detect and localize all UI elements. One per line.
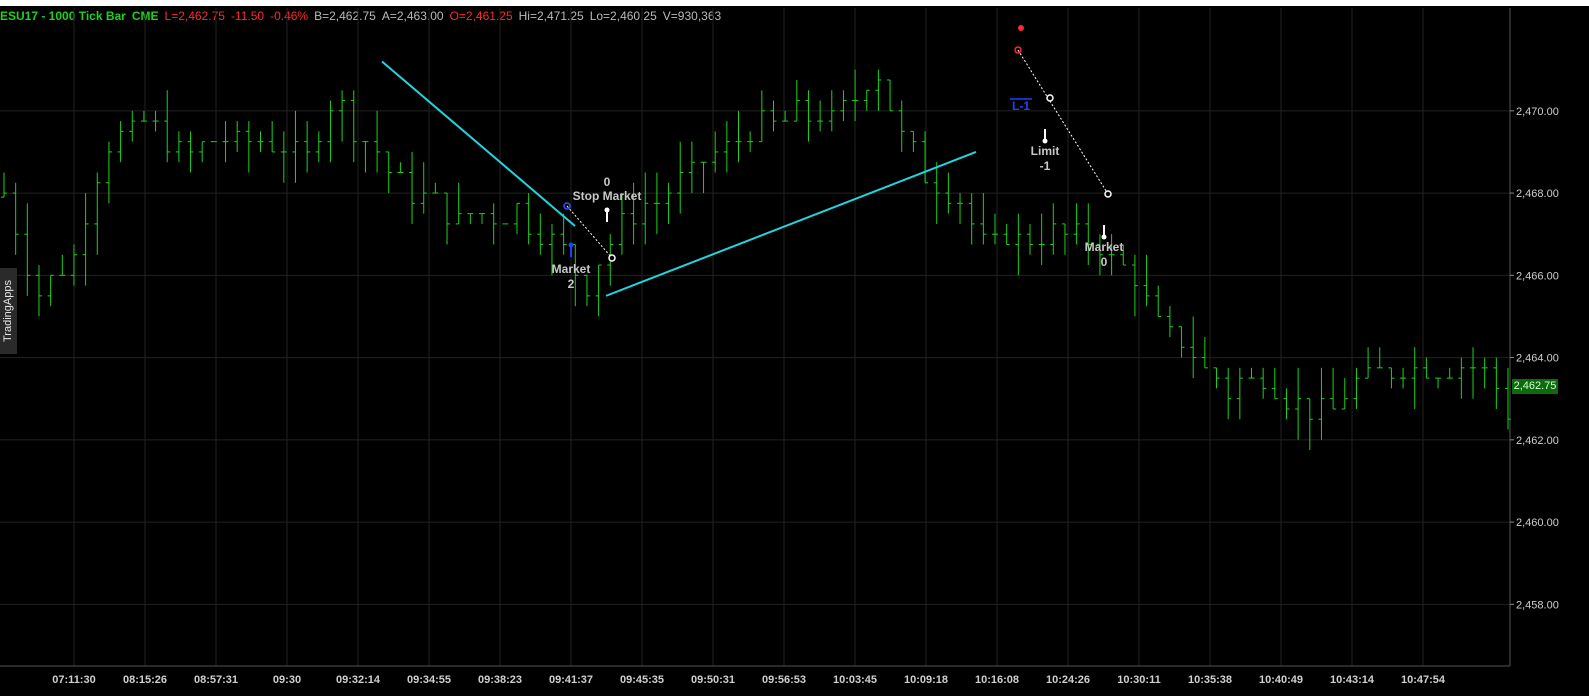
time-axis: 07:11:30 08:15:26 08:57:31 09:30 09:32:14 09:… xyxy=(0,665,1510,686)
price-tick-label: 2,464.00 xyxy=(1516,353,1559,365)
limit-arrow-head xyxy=(1042,138,1048,144)
price-tick-label: 2,468.00 xyxy=(1516,188,1559,200)
limit-order-label: L-1 xyxy=(1012,99,1030,113)
price-tick-label: 2,458.00 xyxy=(1516,599,1559,611)
time-tick-label: 09:45:35 xyxy=(620,674,664,686)
trade-link xyxy=(566,205,613,259)
exit-marker xyxy=(1104,190,1112,198)
price-tick-label: 2,466.00 xyxy=(1516,270,1559,282)
price-tick-label: 2,460.00 xyxy=(1516,517,1559,529)
time-tick-label: 09:38:23 xyxy=(478,674,522,686)
time-tick-label: 10:03:45 xyxy=(833,674,877,686)
time-tick-label: 09:50:31 xyxy=(691,674,735,686)
trendline xyxy=(381,60,576,227)
time-tick-label: 07:11:30 xyxy=(52,674,95,686)
stop-arrow-head xyxy=(604,207,610,213)
last-price-tag: 2,462.75 xyxy=(1512,379,1558,394)
price-axis: 2,458.00 2,460.00 2,462.00 2,464.00 2,466.00… xyxy=(1509,8,1559,666)
trade-link xyxy=(1017,49,1109,195)
time-tick-label: 08:57:31 xyxy=(194,674,238,686)
trendline xyxy=(605,151,977,297)
limit-qty-label: -1 xyxy=(1040,159,1051,173)
time-tick-label: 10:30:11 xyxy=(1117,674,1160,686)
time-tick-label: 09:32:14 xyxy=(336,674,381,686)
time-tick-label: 10:16:08 xyxy=(975,674,1019,686)
sell-marker xyxy=(1018,25,1024,31)
trendlines xyxy=(381,60,977,297)
time-tick-label: 10:40:49 xyxy=(1259,674,1303,686)
order-markers: 0Stop MarketMarket2L-1Limit-1Market0 xyxy=(552,25,1124,291)
time-tick-label: 10:24:26 xyxy=(1046,674,1090,686)
time-tick-label: 08:15:26 xyxy=(123,674,167,686)
chart-grid xyxy=(0,8,1510,666)
time-tick-label: 10:43:14 xyxy=(1330,674,1375,686)
stop-market-label: Stop Market xyxy=(573,189,642,203)
limit-label: Limit xyxy=(1031,144,1060,158)
time-tick-label: 10:09:18 xyxy=(904,674,948,686)
time-tick-label: 09:56:53 xyxy=(762,674,806,686)
market-qty-label: 0 xyxy=(1101,255,1108,269)
price-tick-label: 2,462.00 xyxy=(1516,435,1559,447)
fill-marker xyxy=(1046,94,1054,102)
tradingapps-side-tab[interactable]: TradingApps xyxy=(0,268,17,354)
time-tick-label: 09:30 xyxy=(273,674,301,686)
market-arrow-head xyxy=(1101,234,1107,240)
buy-arrow-head xyxy=(568,242,574,248)
price-tick-label: 2,470.00 xyxy=(1516,106,1559,118)
time-tick-label: 09:34:55 xyxy=(407,674,451,686)
time-tick-label: 10:47:54 xyxy=(1401,674,1446,686)
time-tick-label: 10:35:38 xyxy=(1188,674,1232,686)
exit-marker xyxy=(608,254,616,262)
time-tick-label: 09:41:37 xyxy=(549,674,593,686)
price-chart[interactable]: 0Stop MarketMarket2L-1Limit-1Market0 2,4… xyxy=(0,0,1589,696)
market-label: Market xyxy=(552,262,591,276)
market-qty-label: 2 xyxy=(568,277,575,291)
ohlc-bars xyxy=(1,69,1511,451)
order-qty-label: 0 xyxy=(604,175,611,189)
market-label: Market xyxy=(1085,240,1124,254)
